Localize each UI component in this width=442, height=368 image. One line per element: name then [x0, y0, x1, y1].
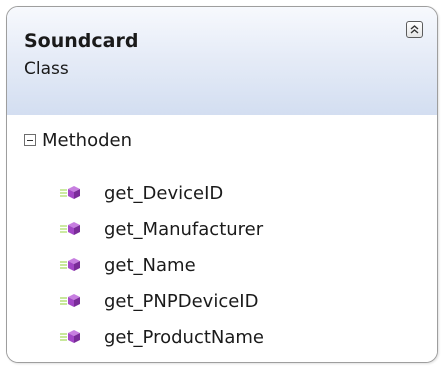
method-item[interactable]: get_Manufacturer	[58, 211, 264, 247]
class-shape[interactable]: Soundcard Class Methoden get_DeviceID ge…	[6, 6, 438, 363]
method-icon	[58, 328, 84, 346]
method-name: get_ProductName	[104, 326, 265, 348]
class-header: Soundcard Class	[7, 7, 437, 116]
collapse-button[interactable]	[406, 21, 423, 38]
class-name: Soundcard	[24, 30, 139, 52]
method-icon	[58, 256, 84, 274]
method-name: get_Name	[104, 254, 196, 276]
method-list: get_DeviceID get_Manufacturer get_Name g…	[58, 175, 264, 355]
method-name: get_DeviceID	[104, 182, 224, 204]
double-chevron-up-icon	[410, 25, 419, 34]
method-name: get_Manufacturer	[104, 218, 264, 240]
methods-compartment: Methoden get_DeviceID get_Manufacturer g…	[7, 115, 437, 362]
method-item[interactable]: get_DeviceID	[58, 175, 264, 211]
method-item[interactable]: get_PNPDeviceID	[58, 283, 264, 319]
methods-section-header[interactable]: Methoden	[24, 129, 132, 151]
method-item[interactable]: get_ProductName	[58, 319, 264, 355]
method-name: get_PNPDeviceID	[104, 290, 259, 312]
class-stereotype: Class	[24, 59, 69, 79]
method-item[interactable]: get_Name	[58, 247, 264, 283]
method-icon	[58, 292, 84, 310]
method-icon	[58, 184, 84, 202]
minus-box-icon[interactable]	[24, 134, 36, 146]
section-label: Methoden	[42, 129, 132, 151]
method-icon	[58, 220, 84, 238]
